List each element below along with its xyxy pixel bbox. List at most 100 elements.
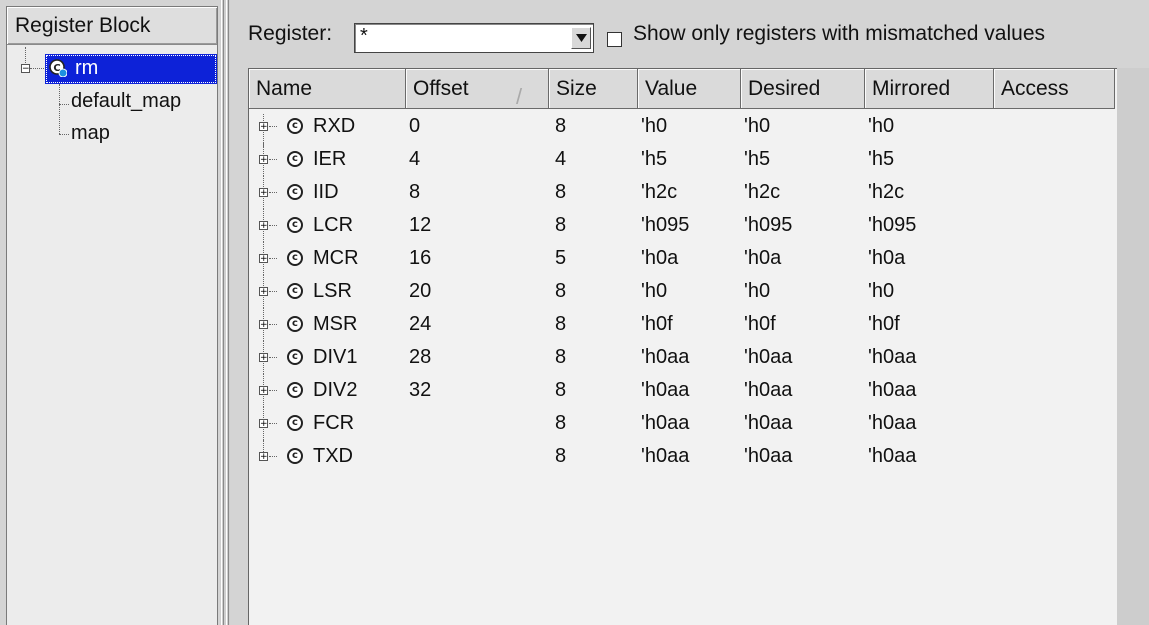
table-row[interactable]: + c RXD 0 8 'h0 'h0 'h0 <box>249 110 1117 147</box>
mismatch-only-label[interactable]: Show only registers with mismatched valu… <box>633 22 1045 46</box>
tree-connector <box>269 456 277 457</box>
table-row[interactable]: + c LCR 12 8 'h095 'h095 'h095 <box>249 209 1117 242</box>
cell-value: 'h0a <box>641 247 679 269</box>
cell-desired: 'h0aa <box>744 346 793 368</box>
tree-connector <box>59 104 69 105</box>
column-header-access[interactable]: Access <box>994 69 1115 109</box>
cell-name[interactable]: MCR <box>313 242 359 275</box>
mismatch-only-checkbox[interactable] <box>607 32 622 47</box>
cell-mirrored: 'h0aa <box>868 412 917 434</box>
cell-name[interactable]: IID <box>313 176 339 209</box>
expand-icon[interactable]: + <box>259 221 268 231</box>
register-filter-combo[interactable]: * <box>354 23 594 53</box>
cell-size: 8 <box>555 115 567 137</box>
tree-connector <box>269 192 277 193</box>
cell-mirrored: 'h0aa <box>868 346 917 368</box>
expand-icon[interactable]: + <box>259 155 268 165</box>
column-header-size[interactable]: Size <box>549 69 638 109</box>
expand-icon[interactable]: + <box>259 353 268 363</box>
cell-offset: 16 <box>409 247 432 269</box>
tree-connector <box>59 84 60 134</box>
cell-value: 'h0 <box>641 280 668 302</box>
cell-desired: 'h0 <box>744 280 771 302</box>
cell-offset: 28 <box>409 346 432 368</box>
class-c-icon: c <box>287 448 303 464</box>
tree-item-label: rm <box>75 57 99 79</box>
cell-offset: 20 <box>409 280 432 302</box>
cell-name[interactable]: IER <box>313 143 346 176</box>
cell-size: 8 <box>555 412 567 434</box>
collapse-icon[interactable]: − <box>21 64 30 74</box>
tree-header[interactable]: Register Block <box>7 7 217 45</box>
class-c-icon: c <box>287 349 303 365</box>
cell-desired: 'h095 <box>744 214 793 236</box>
cell-name[interactable]: DIV1 <box>313 341 357 374</box>
cell-size: 8 <box>555 181 567 203</box>
register-label: Register: <box>248 22 333 45</box>
table-row[interactable]: + c IER 4 4 'h5 'h5 'h5 <box>249 143 1117 176</box>
dropdown-arrow-icon[interactable] <box>571 27 591 49</box>
expand-icon[interactable]: + <box>259 452 268 462</box>
window-edge <box>1117 68 1149 625</box>
cell-name[interactable]: LCR <box>313 209 353 242</box>
tree-connector <box>269 291 277 292</box>
cell-name[interactable]: DIV2 <box>313 374 357 407</box>
cell-size: 5 <box>555 247 567 269</box>
register-filter-value: * <box>360 25 368 47</box>
column-header-mirrored[interactable]: Mirrored <box>865 69 994 109</box>
cell-size: 8 <box>555 346 567 368</box>
expand-icon[interactable]: + <box>259 320 268 330</box>
tree-connector <box>269 357 277 358</box>
tree-item-map[interactable]: map <box>71 122 110 145</box>
pane-splitter[interactable] <box>220 0 230 625</box>
class-c-icon: c <box>287 283 303 299</box>
class-c-icon: c <box>287 250 303 266</box>
column-header-offset[interactable]: Offset / <box>406 69 549 109</box>
table-row[interactable]: + c DIV1 28 8 'h0aa 'h0aa 'h0aa <box>249 341 1117 374</box>
tree-item-default-map[interactable]: default_map <box>71 90 181 113</box>
table-row[interactable]: + c TXD 8 'h0aa 'h0aa 'h0aa <box>249 440 1117 473</box>
cell-offset: 4 <box>409 148 421 170</box>
expand-icon[interactable]: + <box>259 419 268 429</box>
register-block-tree[interactable]: Register Block − C rm default_map map <box>6 6 218 625</box>
cell-mirrored: 'h0 <box>868 115 895 137</box>
cell-name[interactable]: TXD <box>313 440 353 473</box>
cell-offset: 24 <box>409 313 432 335</box>
cell-size: 8 <box>555 280 567 302</box>
expand-icon[interactable]: + <box>259 188 268 198</box>
tree-connector <box>269 126 277 127</box>
column-header-name[interactable]: Name <box>249 69 406 109</box>
expand-icon[interactable]: + <box>259 122 268 132</box>
expand-icon[interactable]: + <box>259 386 268 396</box>
cell-mirrored: 'h0f <box>868 313 900 335</box>
tree-connector <box>30 68 44 69</box>
table-row[interactable]: + c LSR 20 8 'h0 'h0 'h0 <box>249 275 1117 308</box>
cell-value: 'h0aa <box>641 445 690 467</box>
cell-name[interactable]: FCR <box>313 407 354 440</box>
cell-name[interactable]: LSR <box>313 275 352 308</box>
cell-mirrored: 'h0aa <box>868 445 917 467</box>
cell-value: 'h5 <box>641 148 668 170</box>
tree-connector <box>269 324 277 325</box>
expand-icon[interactable]: + <box>259 287 268 297</box>
tree-item-rm[interactable]: C rm <box>45 54 217 84</box>
cell-value: 'h0f <box>641 313 673 335</box>
expand-icon[interactable]: + <box>259 254 268 264</box>
column-header-desired[interactable]: Desired <box>741 69 865 109</box>
table-row[interactable]: + c MSR 24 8 'h0f 'h0f 'h0f <box>249 308 1117 341</box>
class-c-icon: c <box>287 382 303 398</box>
cell-value: 'h0aa <box>641 346 690 368</box>
column-header-value[interactable]: Value <box>638 69 741 109</box>
cell-name[interactable]: RXD <box>313 110 355 143</box>
class-c-icon: c <box>287 118 303 134</box>
cell-size: 8 <box>555 214 567 236</box>
table-row[interactable]: + c IID 8 8 'h2c 'h2c 'h2c <box>249 176 1117 209</box>
register-table[interactable]: Name Offset / Size Value Desired Mirrore… <box>248 68 1117 625</box>
table-row[interactable]: + c FCR 8 'h0aa 'h0aa 'h0aa <box>249 407 1117 440</box>
cell-offset: 0 <box>409 115 421 137</box>
cell-value: 'h095 <box>641 214 690 236</box>
table-row[interactable]: + c MCR 16 5 'h0a 'h0a 'h0a <box>249 242 1117 275</box>
table-row[interactable]: + c DIV2 32 8 'h0aa 'h0aa 'h0aa <box>249 374 1117 407</box>
cell-name[interactable]: MSR <box>313 308 357 341</box>
cell-desired: 'h0aa <box>744 445 793 467</box>
